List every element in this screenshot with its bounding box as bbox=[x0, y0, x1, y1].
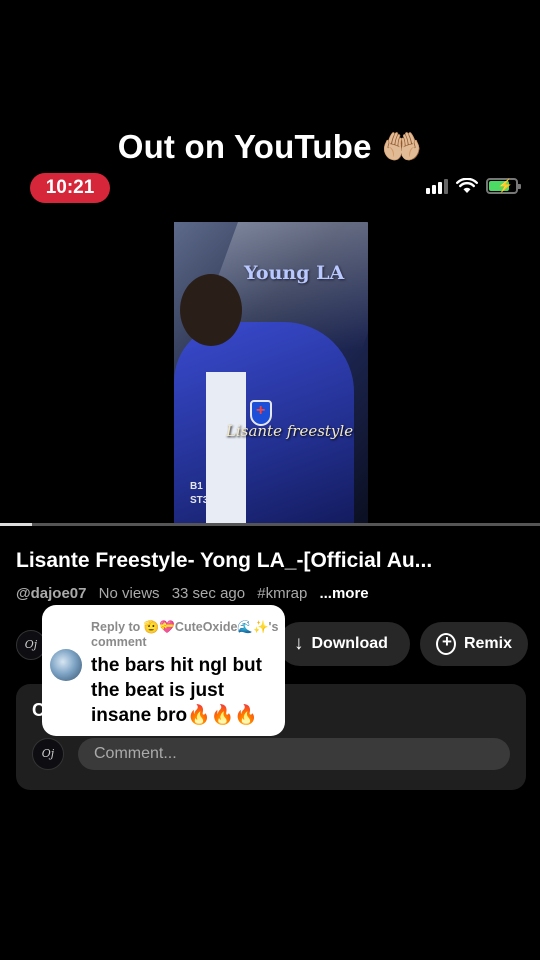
remix-plus-icon bbox=[436, 632, 456, 655]
remix-button[interactable]: Remix bbox=[420, 622, 528, 666]
battery-charging-icon: ⚡ bbox=[486, 178, 521, 194]
reply-to-label: Reply to 🫡💝CuteOxide🌊✨'s comment bbox=[91, 620, 279, 649]
channel-handle[interactable]: @dajoe07 bbox=[16, 585, 87, 602]
view-count: No views bbox=[98, 585, 160, 602]
thumbnail-subtitle: Lisante freestyle bbox=[226, 422, 354, 440]
download-button[interactable]: ↓ Download bbox=[278, 622, 410, 666]
more-button[interactable]: ...more bbox=[319, 585, 368, 602]
video-progress-bar[interactable] bbox=[0, 523, 540, 526]
status-icons: ⚡ bbox=[426, 178, 521, 194]
status-bar: 10:21 ⚡ bbox=[0, 170, 540, 206]
video-player[interactable]: Young LA Lisante freestyle B1 ST3 bbox=[0, 222, 540, 526]
video-thumbnail: Young LA Lisante freestyle B1 ST3 bbox=[174, 222, 368, 524]
status-time: 10:21 bbox=[30, 173, 110, 203]
video-meta: @dajoe07 No views 33 sec ago #kmrap ...m… bbox=[16, 585, 377, 602]
video-title: Lisante Freestyle- Yong LA_-[Official Au… bbox=[16, 549, 433, 572]
thumbnail-watermark: B1 ST3 bbox=[190, 481, 209, 506]
wifi-icon bbox=[456, 178, 478, 193]
download-label: Download bbox=[311, 635, 388, 652]
reply-comment-text: the bars hit ngl but the beat is just in… bbox=[91, 655, 262, 726]
commenter-avatar bbox=[50, 649, 82, 681]
comment-input[interactable]: Comment... bbox=[78, 738, 510, 770]
cellular-signal-icon bbox=[426, 178, 448, 194]
reply-comment-bubble: Reply to 🫡💝CuteOxide🌊✨'s comment the bar… bbox=[42, 605, 285, 736]
remix-label: Remix bbox=[463, 635, 512, 652]
thumbnail-title: Young LA bbox=[244, 262, 345, 284]
video-progress-fill bbox=[0, 523, 33, 526]
arrow-down-icon: ↓ bbox=[294, 633, 304, 654]
user-avatar: Oj bbox=[32, 738, 64, 770]
upload-age: 33 sec ago bbox=[171, 585, 246, 602]
hashtag-link[interactable]: #kmrap bbox=[257, 585, 307, 602]
overlay-caption: Out on YouTube 🤲🏼 bbox=[117, 128, 423, 165]
